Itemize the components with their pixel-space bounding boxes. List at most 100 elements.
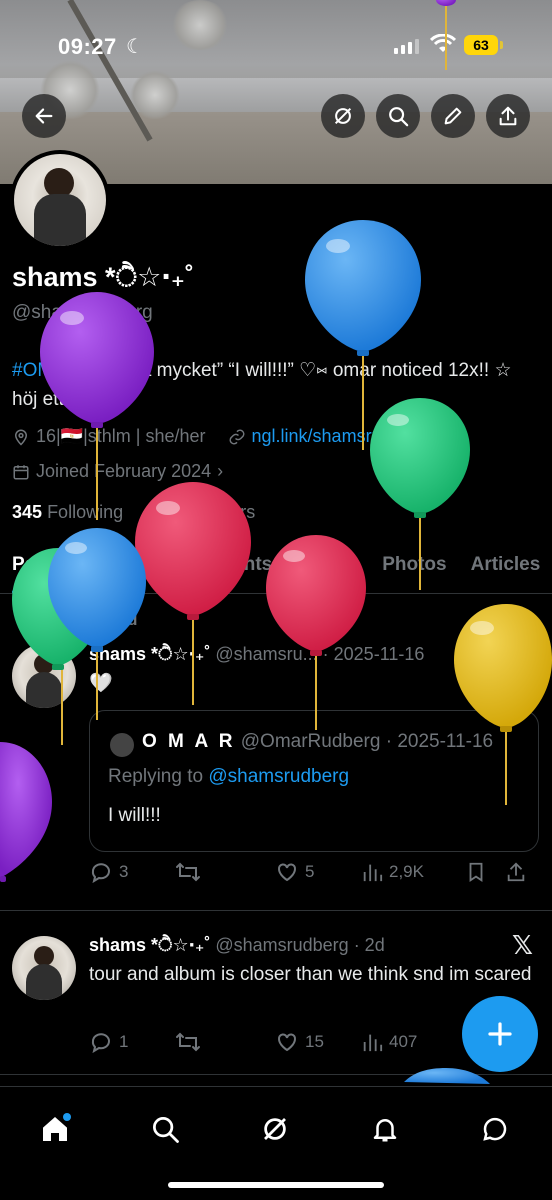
arrow-left-icon <box>35 108 53 124</box>
reply-count: 3 <box>119 862 129 881</box>
quoted-header: O M A R @OmarRudberg · 2025-11-16 <box>142 731 493 753</box>
following-label: Following <box>47 502 124 522</box>
like-button[interactable]: 5 <box>275 860 361 884</box>
edit-button[interactable] <box>431 94 475 138</box>
views-icon <box>363 1034 383 1052</box>
post-text: tour and album is closer than we think s… <box>89 964 532 985</box>
reply-count: 1 <box>119 1032 129 1051</box>
views-button[interactable]: 407 <box>361 1031 465 1053</box>
post-header: shams *ੈ☆‧₊˚ @shamsru... · 2025-11-16 <box>89 644 424 665</box>
nav-home[interactable] <box>27 1101 83 1157</box>
search-button[interactable] <box>376 94 420 138</box>
post-avatar[interactable] <box>12 936 76 1000</box>
quoted-post[interactable]: O M A R @OmarRudberg · 2025-11-16 Replyi… <box>89 710 539 852</box>
post-meta: @shamsrudberg · 2d <box>215 935 385 955</box>
profile-link[interactable]: ngl.link/shamsrudberg <box>252 426 428 447</box>
heart-icon <box>278 1033 296 1052</box>
avatar-head <box>34 654 54 674</box>
tab-replies[interactable]: Replies <box>76 540 168 593</box>
post-actions: 3 5 2,9K <box>89 860 539 884</box>
tab-photos[interactable]: Photos <box>370 540 458 593</box>
link-icon <box>229 429 244 444</box>
post-author-name[interactable]: shams *ੈ☆‧₊˚ <box>89 935 210 955</box>
tab-articles[interactable]: Articles <box>459 540 552 593</box>
pinned-indicator: Pinned <box>60 612 137 630</box>
share-post-button[interactable] <box>505 861 527 883</box>
x-logo-icon: 𝕏 <box>512 930 533 960</box>
avatar-photo <box>14 154 106 246</box>
avatar-body <box>26 672 62 708</box>
moon-icon: ☾ <box>126 36 144 58</box>
back-button[interactable] <box>22 94 66 138</box>
grok-icon <box>264 1118 286 1140</box>
following-link[interactable]: 345 Following <box>12 502 123 522</box>
like-button[interactable]: 15 <box>275 1030 361 1054</box>
like-count: 5 <box>305 862 315 881</box>
repost-button[interactable] <box>175 1030 275 1054</box>
plus-icon <box>488 1022 512 1046</box>
views-icon <box>363 864 383 882</box>
followers-link[interactable]: 460 Followers <box>143 502 255 522</box>
avatar-body <box>34 194 86 246</box>
status-bar: 09:27 ☾ 63 <box>0 0 552 90</box>
balloon-purple <box>0 742 52 882</box>
quoted-avatar <box>110 733 134 757</box>
quoted-replying-to: Replying to @shamsrudberg <box>108 766 349 788</box>
bookmark-button[interactable] <box>465 861 505 883</box>
balloon-blue <box>404 1068 490 1084</box>
pin-icon <box>62 614 74 627</box>
quoted-author-name: O M A R <box>142 731 236 752</box>
follow-stats: 345 Following 460 Followers <box>12 502 255 523</box>
profile-meta: 16|🇪🇬|sthlm | she/her ngl.link/shamsrudb… <box>12 426 428 447</box>
quoted-text: I will!!! <box>108 805 161 826</box>
battery-tip <box>500 41 503 49</box>
repost-icon <box>176 862 200 882</box>
nav-grok[interactable] <box>247 1101 303 1157</box>
post-author-name[interactable]: shams *ੈ☆‧₊˚ <box>89 644 210 664</box>
bio-hashtag[interactable]: #OMAR <box>12 360 80 381</box>
post-meta: @shamsru... · 2025-11-16 <box>215 644 425 664</box>
tab-videos[interactable]: Videos <box>284 540 370 593</box>
nav-messages[interactable] <box>467 1101 523 1157</box>
profile-avatar[interactable] <box>10 150 110 250</box>
views-button[interactable]: 2,9K <box>361 861 465 883</box>
pinned-label: Pinned <box>84 612 138 629</box>
post-avatar[interactable] <box>12 644 76 708</box>
profile-tabs: Posts Replies Highlights Videos Photos A… <box>0 540 552 594</box>
post-header: shams *ੈ☆‧₊˚ @shamsrudberg · 2d <box>89 935 385 956</box>
compose-button[interactable] <box>462 996 538 1072</box>
quoted-meta: @OmarRudberg · 2025-11-16 <box>240 731 494 752</box>
bio-text: “tack så mycket” “I will!!!” ♡⑅ omar not… <box>12 360 512 410</box>
reply-button[interactable]: 1 <box>89 1030 175 1054</box>
avatar-body <box>26 964 62 1000</box>
x-logo-icon: 𝕏 <box>512 640 533 670</box>
replying-handle[interactable]: @shamsrudberg <box>208 766 349 787</box>
post-divider <box>0 1074 552 1075</box>
followers-count: 460 <box>143 502 174 522</box>
post-divider <box>0 910 552 911</box>
bell-icon <box>373 1119 397 1142</box>
nav-notifications[interactable] <box>357 1101 413 1157</box>
notification-dot <box>63 1113 71 1121</box>
profile-joined[interactable]: Joined February 2024 › <box>12 461 223 482</box>
balloon-blue <box>305 220 421 450</box>
view-count: 407 <box>389 1032 418 1051</box>
nav-search[interactable] <box>137 1101 193 1157</box>
repost-button[interactable] <box>175 860 275 884</box>
grok-button[interactable] <box>321 94 365 138</box>
following-count: 345 <box>12 502 43 522</box>
calendar-icon <box>13 464 29 479</box>
search-icon <box>389 107 409 127</box>
followers-label: Followers <box>178 502 256 522</box>
like-count: 15 <box>305 1032 324 1051</box>
replying-prefix: Replying to <box>108 766 209 787</box>
reply-icon <box>91 863 110 884</box>
status-time: 09:27 <box>58 34 117 59</box>
share-button[interactable] <box>486 94 530 138</box>
tab-highlights[interactable]: Highlights <box>167 540 284 593</box>
reply-button[interactable]: 3 <box>89 860 175 884</box>
tab-posts[interactable]: Posts <box>0 540 76 594</box>
avatar-head <box>34 946 54 966</box>
wifi-icon <box>430 34 456 52</box>
profile-name: shams *ੈ☆‧₊˚ <box>12 262 195 292</box>
